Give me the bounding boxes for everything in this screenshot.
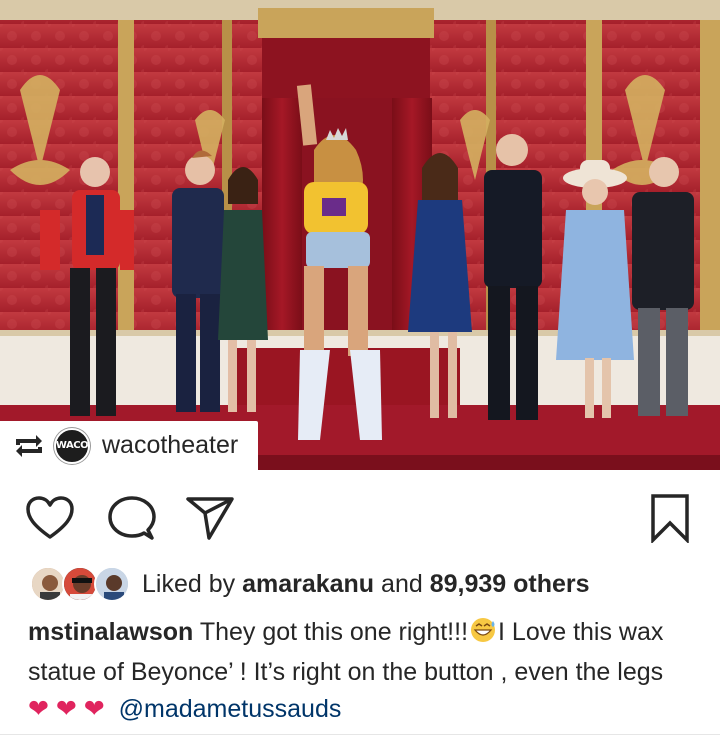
grinning-sweat-emoji-icon xyxy=(468,617,498,654)
liker-avatars xyxy=(30,564,130,604)
divider xyxy=(0,734,720,735)
post-caption: mstinalawson They got this one right!!! I… xyxy=(28,614,708,728)
repost-avatar-logo-text: WACO xyxy=(55,440,89,451)
save-button[interactable] xyxy=(642,490,698,546)
post-photo[interactable]: WACO wacotheater xyxy=(0,0,720,470)
paper-plane-icon xyxy=(186,497,234,540)
comment-bubble-icon xyxy=(108,496,156,540)
like-button[interactable] xyxy=(22,490,78,546)
repost-tag[interactable]: WACO wacotheater xyxy=(0,421,258,470)
repost-username[interactable]: wacotheater xyxy=(102,431,238,460)
likes-and: and xyxy=(374,569,430,598)
red-hearts-emoji-icon: ❤ ❤ ❤ xyxy=(28,695,105,723)
repost-icon xyxy=(12,432,46,460)
caption-mention-link[interactable]: @madametussauds xyxy=(119,695,342,723)
liker-avatar xyxy=(94,566,130,602)
liker-username[interactable]: amarakanu xyxy=(242,570,374,598)
liker-avatar xyxy=(30,566,66,602)
bookmark-icon xyxy=(651,494,689,543)
caption-text: They got this one right!!! xyxy=(193,618,469,646)
likes-prefix: Liked by xyxy=(142,569,243,598)
repost-avatar[interactable]: WACO xyxy=(54,427,90,464)
wax-museum-photo xyxy=(0,0,720,470)
heart-outline-icon xyxy=(26,496,74,539)
caption-author[interactable]: mstinalawson xyxy=(28,618,193,646)
share-button[interactable] xyxy=(182,490,238,546)
likes-summary: Liked by amarakanu and 89,939 others xyxy=(142,570,590,599)
comment-button[interactable] xyxy=(104,490,160,546)
action-bar xyxy=(0,470,720,560)
likes-row[interactable]: Liked by amarakanu and 89,939 others xyxy=(30,562,590,606)
likes-count[interactable]: 89,939 others xyxy=(430,570,590,598)
liker-avatar xyxy=(62,566,98,602)
